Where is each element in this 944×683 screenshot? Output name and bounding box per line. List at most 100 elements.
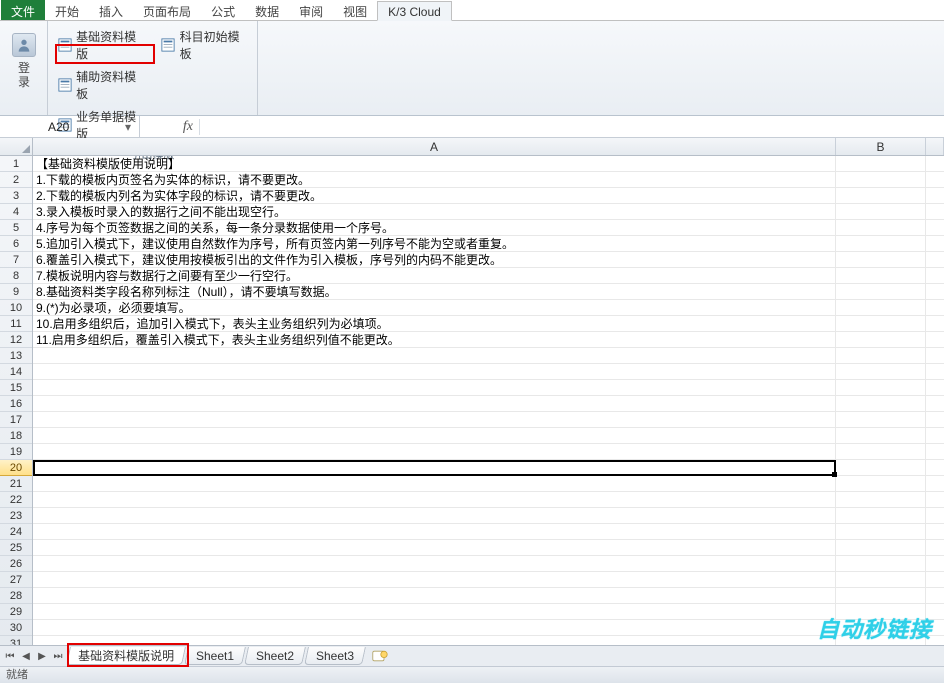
cell[interactable] (836, 476, 926, 491)
row-header[interactable]: 26 (0, 556, 32, 572)
table-row[interactable] (33, 492, 944, 508)
table-row[interactable]: 2.下载的模板内列名为实体字段的标识，请不要更改。 (33, 188, 944, 204)
table-row[interactable]: 7.模板说明内容与数据行之间要有至少一行空行。 (33, 268, 944, 284)
table-row[interactable] (33, 412, 944, 428)
cell[interactable] (836, 220, 926, 235)
cell[interactable]: 【基础资料模版使用说明】 (33, 156, 836, 171)
row-header[interactable]: 30 (0, 620, 32, 636)
cell[interactable] (836, 524, 926, 539)
table-row[interactable] (33, 620, 944, 636)
tab-k3cloud[interactable]: K/3 Cloud (377, 1, 452, 21)
row-header[interactable]: 1 (0, 156, 32, 172)
row-header[interactable]: 27 (0, 572, 32, 588)
cmd-basic-template[interactable]: 基础资料模版 (54, 27, 148, 63)
table-row[interactable]: 3.录入模板时录入的数据行之间不能出现空行。 (33, 204, 944, 220)
cell[interactable] (836, 332, 926, 347)
row-header[interactable]: 5 (0, 220, 32, 236)
table-row[interactable]: 1.下载的模板内页签名为实体的标识，请不要更改。 (33, 172, 944, 188)
cell[interactable] (836, 444, 926, 459)
row-header[interactable]: 8 (0, 268, 32, 284)
cell[interactable] (836, 364, 926, 379)
cmd-subject-init[interactable]: 科目初始模板 (158, 27, 252, 63)
row-header[interactable]: 23 (0, 508, 32, 524)
table-row[interactable] (33, 604, 944, 620)
tab-view[interactable]: 视图 (333, 0, 377, 20)
sheet-tab-4[interactable]: Sheet3 (304, 647, 366, 665)
table-row[interactable]: 4.序号为每个页签数据之间的关系，每一条分录数据使用一个序号。 (33, 220, 944, 236)
tab-review[interactable]: 审阅 (289, 0, 333, 20)
cell[interactable]: 6.覆盖引入模式下，建议使用按模板引出的文件作为引入模板，序号列的内码不能更改。 (33, 252, 836, 267)
cell[interactable] (33, 380, 836, 395)
cell[interactable] (836, 588, 926, 603)
cell[interactable] (836, 204, 926, 219)
cell[interactable] (836, 460, 926, 475)
table-row[interactable]: 10.启用多组织后，追加引入模式下，表头主业务组织列为必填项。 (33, 316, 944, 332)
table-row[interactable]: 【基础资料模版使用说明】 (33, 156, 944, 172)
row-header[interactable]: 25 (0, 540, 32, 556)
cell[interactable] (33, 444, 836, 459)
table-row[interactable] (33, 396, 944, 412)
tab-layout[interactable]: 页面布局 (133, 0, 201, 20)
table-row[interactable]: 9.(*)为必录项，必须要填写。 (33, 300, 944, 316)
cell[interactable] (33, 508, 836, 523)
cell[interactable] (33, 476, 836, 491)
cell[interactable] (836, 316, 926, 331)
cell[interactable] (836, 540, 926, 555)
cell[interactable] (33, 604, 836, 619)
cell[interactable] (836, 300, 926, 315)
table-row[interactable] (33, 572, 944, 588)
cell[interactable] (836, 252, 926, 267)
table-row[interactable]: 8.基础资料类字段名称列标注（Null），请不要填写数据。 (33, 284, 944, 300)
tab-data[interactable]: 数据 (245, 0, 289, 20)
row-header[interactable]: 24 (0, 524, 32, 540)
table-row[interactable] (33, 364, 944, 380)
table-row[interactable]: 5.追加引入模式下，建议使用自然数作为序号，所有页签内第一列序号不能为空或者重复… (33, 236, 944, 252)
row-header[interactable]: 17 (0, 412, 32, 428)
row-header[interactable]: 21 (0, 476, 32, 492)
cell[interactable] (836, 492, 926, 507)
cell[interactable] (836, 508, 926, 523)
cell[interactable] (836, 396, 926, 411)
cell[interactable]: 4.序号为每个页签数据之间的关系，每一条分录数据使用一个序号。 (33, 220, 836, 235)
row-header[interactable]: 19 (0, 444, 32, 460)
col-header-B[interactable]: B (836, 138, 926, 155)
chevron-down-icon[interactable]: ▾ (121, 120, 135, 134)
row-header[interactable]: 2 (0, 172, 32, 188)
cell[interactable] (836, 172, 926, 187)
cell[interactable]: 2.下载的模板内列名为实体字段的标识，请不要更改。 (33, 188, 836, 203)
table-row[interactable] (33, 460, 944, 476)
cell[interactable]: 8.基础资料类字段名称列标注（Null），请不要填写数据。 (33, 284, 836, 299)
cell[interactable] (836, 284, 926, 299)
name-box[interactable]: A20 ▾ (0, 116, 140, 137)
row-header[interactable]: 10 (0, 300, 32, 316)
table-row[interactable] (33, 476, 944, 492)
row-header[interactable]: 4 (0, 204, 32, 220)
table-row[interactable] (33, 444, 944, 460)
cell[interactable]: 10.启用多组织后，追加引入模式下，表头主业务组织列为必填项。 (33, 316, 836, 331)
cell[interactable]: 7.模板说明内容与数据行之间要有至少一行空行。 (33, 268, 836, 283)
row-header[interactable]: 6 (0, 236, 32, 252)
tab-insert[interactable]: 插入 (89, 0, 133, 20)
row-header[interactable]: 7 (0, 252, 32, 268)
row-header[interactable]: 12 (0, 332, 32, 348)
row-header[interactable]: 20 (0, 460, 32, 476)
cell[interactable] (33, 556, 836, 571)
row-header[interactable]: 13 (0, 348, 32, 364)
cell[interactable]: 11.启用多组织后，覆盖引入模式下，表头主业务组织列值不能更改。 (33, 332, 836, 347)
login-button[interactable]: 登 录 (6, 25, 42, 97)
cell[interactable] (33, 364, 836, 379)
cell[interactable] (33, 588, 836, 603)
row-header[interactable]: 14 (0, 364, 32, 380)
sheet-nav-next[interactable]: ▶ (34, 648, 50, 665)
select-all-corner[interactable] (0, 138, 33, 155)
row-header[interactable]: 3 (0, 188, 32, 204)
cell[interactable]: 9.(*)为必录项，必须要填写。 (33, 300, 836, 315)
row-header[interactable]: 28 (0, 588, 32, 604)
cell[interactable] (836, 380, 926, 395)
cmd-aux-template[interactable]: 辅助资料模板 (54, 67, 148, 103)
table-row[interactable] (33, 556, 944, 572)
table-row[interactable]: 6.覆盖引入模式下，建议使用按模板引出的文件作为引入模板，序号列的内码不能更改。 (33, 252, 944, 268)
cell[interactable] (33, 412, 836, 427)
cell[interactable] (836, 412, 926, 427)
cell[interactable] (836, 188, 926, 203)
